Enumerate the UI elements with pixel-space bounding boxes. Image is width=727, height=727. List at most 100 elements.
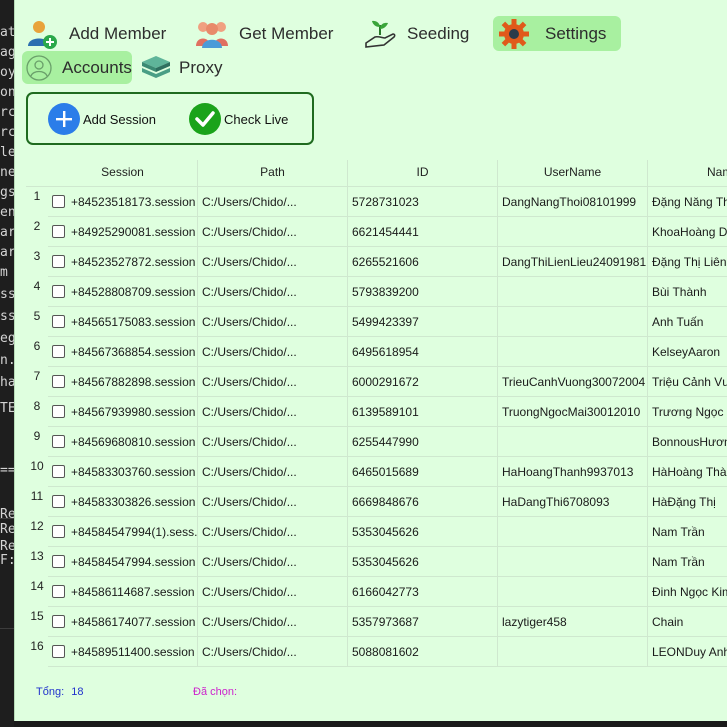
background-code-fragment: F: [0, 553, 14, 568]
row-checkbox[interactable] [52, 225, 65, 238]
cell-username: DangThiLienLieu24091981 [498, 247, 648, 277]
subtab-proxy[interactable]: Proxy [139, 51, 239, 84]
cell-name: Chain [648, 607, 727, 637]
row-checkbox[interactable] [52, 345, 65, 358]
cell-name: Bùi Thành [648, 277, 727, 307]
cell-username: TrieuCanhVuong30072004 [498, 367, 648, 397]
session-filename: +84583303760.session [71, 464, 196, 479]
table-row[interactable]: 4 +84528808709.session C:/Users/Chido/... 5… [26, 277, 727, 307]
background-code-fragment: oy [0, 65, 14, 80]
cell-name: Đặng Năng Thoi [648, 187, 727, 217]
row-checkbox[interactable] [52, 555, 65, 568]
session-filename: +84586174077.session [71, 614, 196, 629]
session-filename: +84589511400.session [71, 644, 195, 659]
row-checkbox[interactable] [52, 375, 65, 388]
row-checkbox[interactable] [52, 615, 65, 628]
app-window: Add Member Get Member Seeding Settings A… [14, 0, 727, 721]
column-header-username[interactable]: UserName [498, 160, 648, 187]
cell-username: TruongNgocMai30012010 [498, 397, 648, 427]
cell-path: C:/Users/Chido/... [198, 457, 348, 487]
row-number: 8 [33, 399, 41, 413]
table-row[interactable]: 10 +84583303760.session C:/Users/Chido/...… [26, 457, 727, 487]
table-row[interactable]: 6 +84567368854.session C:/Users/Chido/... 6… [26, 337, 727, 367]
cell-session: +84567939980.session [48, 397, 198, 427]
table-row[interactable]: 7 +84567882898.session C:/Users/Chido/... 6… [26, 367, 727, 397]
row-checkbox[interactable] [52, 585, 65, 598]
background-code-fragment: at [0, 25, 14, 40]
row-number: 16 [30, 639, 44, 653]
cell-name: Nam Trần [648, 547, 727, 577]
table-row[interactable]: 9 +84569680810.session C:/Users/Chido/... 6… [26, 427, 727, 457]
table-row[interactable]: 5 +84565175083.session C:/Users/Chido/... 5… [26, 307, 727, 337]
row-checkbox[interactable] [52, 285, 65, 298]
cell-session: +84528808709.session [48, 277, 198, 307]
row-checkbox[interactable] [52, 255, 65, 268]
row-checkbox[interactable] [52, 465, 65, 478]
background-code-fragment: n.p [0, 353, 14, 368]
cell-id: 5088081602 [348, 637, 498, 667]
cell-path: C:/Users/Chido/... [198, 517, 348, 547]
cell-path: C:/Users/Chido/... [198, 247, 348, 277]
cell-name: Đặng Thị Liên [648, 247, 727, 277]
background-code-fragment: ss [0, 287, 14, 302]
table-row[interactable]: 16 +84589511400.session C:/Users/Chido/...… [26, 637, 727, 667]
table-row[interactable]: 13 +84584547994.session C:/Users/Chido/...… [26, 547, 727, 577]
cell-id: 5793839200 [348, 277, 498, 307]
cell-name: LEONDuy Anh [648, 637, 727, 667]
tab-seeding[interactable]: Seeding [363, 17, 493, 51]
cell-username: DangNangThoi08101999 [498, 187, 648, 217]
cell-path: C:/Users/Chido/... [198, 337, 348, 367]
session-filename: +84567882898.session [71, 374, 196, 389]
table-row[interactable]: 3 +84523527872.session C:/Users/Chido/... 6… [26, 247, 727, 277]
tab-settings[interactable]: Settings [493, 16, 621, 51]
table-row[interactable]: 11 +84583303826.session C:/Users/Chido/...… [26, 487, 727, 517]
table-row[interactable]: 1 +84523518173.session C:/Users/Chido/... 5… [26, 187, 727, 217]
column-header-path[interactable]: Path [198, 160, 348, 187]
background-code-fragment: ar [0, 245, 14, 260]
background-code-fragment: ar [0, 225, 14, 240]
cell-path: C:/Users/Chido/... [198, 637, 348, 667]
session-filename: +84925290081.session [71, 224, 196, 239]
tab-get-member[interactable]: Get Member [195, 17, 355, 51]
background-code-fragment: rc [0, 125, 14, 140]
row-checkbox[interactable] [52, 495, 65, 508]
cell-session: +84925290081.session [48, 217, 198, 247]
column-header-name[interactable]: Name [648, 160, 727, 187]
table-row[interactable]: 12 +84584547994(1).sess... C:/Users/Chido/… [26, 517, 727, 547]
cell-name: Nam Trần [648, 517, 727, 547]
tab-add-member[interactable]: Add Member [25, 17, 185, 51]
cell-session: +84583303826.session [48, 487, 198, 517]
seedling-hand-icon [363, 17, 397, 51]
table-row[interactable]: 15 +84586174077.session C:/Users/Chido/...… [26, 607, 727, 637]
cell-id: 5357973687 [348, 607, 498, 637]
row-checkbox[interactable] [52, 525, 65, 538]
cell-name: HàĐặng Thị [648, 487, 727, 517]
total-label: Tổng: [36, 686, 65, 698]
row-number: 12 [30, 519, 44, 533]
row-number: 9 [33, 429, 41, 443]
cell-username [498, 517, 648, 547]
background-code-fragment: le [0, 145, 14, 160]
cell-session: +84567882898.session [48, 367, 198, 397]
background-code-fragment: ne [0, 165, 14, 180]
table-row[interactable]: 2 +84925290081.session C:/Users/Chido/... 6… [26, 217, 727, 247]
cell-session: +84569680810.session [48, 427, 198, 457]
row-checkbox[interactable] [52, 645, 65, 658]
cell-username [498, 427, 648, 457]
subtab-accounts[interactable]: Accounts [22, 51, 132, 84]
row-checkbox[interactable] [52, 405, 65, 418]
table-row[interactable]: 14 +84586114687.session C:/Users/Chido/...… [26, 577, 727, 607]
row-checkbox[interactable] [52, 435, 65, 448]
cell-session: +84567368854.session [48, 337, 198, 367]
row-checkbox[interactable] [52, 195, 65, 208]
column-header-session[interactable]: Session [48, 160, 198, 187]
column-header-id[interactable]: ID [348, 160, 498, 187]
table-row[interactable]: 8 +84567939980.session C:/Users/Chido/... 6… [26, 397, 727, 427]
cell-path: C:/Users/Chido/... [198, 427, 348, 457]
background-divider [0, 518, 14, 519]
add-session-button[interactable]: Add Session [48, 103, 156, 135]
check-live-button[interactable]: Check Live [189, 103, 288, 135]
cell-username [498, 637, 648, 667]
background-code-fragment: Re [0, 522, 14, 537]
row-checkbox[interactable] [52, 315, 65, 328]
